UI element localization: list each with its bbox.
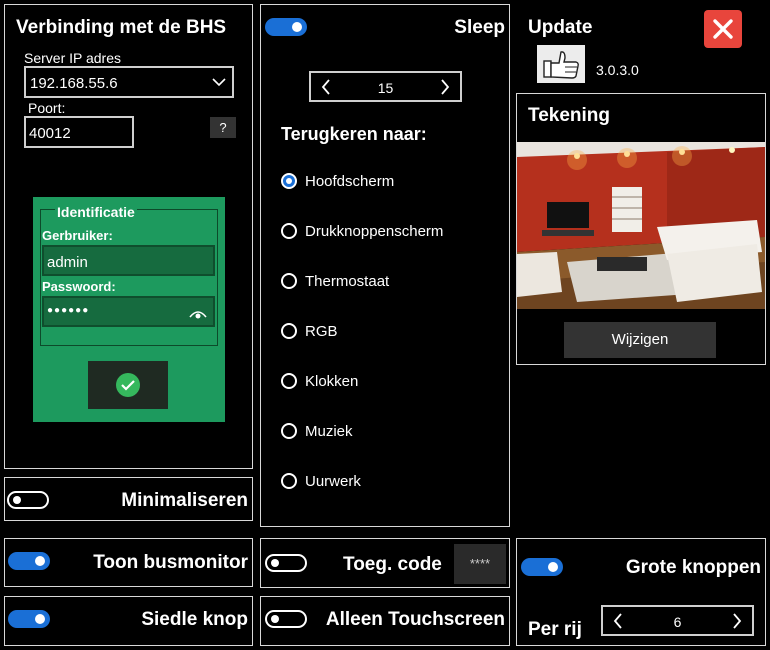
busmonitor-row: Toon busmonitor (4, 538, 253, 587)
per-row-label: Per rij (528, 619, 582, 640)
siedle-label: Siedle knop (141, 609, 248, 630)
radio-drukknoppenscherm[interactable]: Drukknoppenscherm (281, 219, 443, 243)
access-code-row: Toeg. code **** (260, 538, 510, 588)
password-label: Passwoord: (42, 279, 116, 294)
sleep-stepper[interactable]: 15 (309, 71, 462, 102)
change-drawing-label: Wijzigen (611, 331, 669, 348)
update-button[interactable] (537, 45, 585, 83)
close-button[interactable] (704, 10, 742, 48)
radio-muziek[interactable]: Muziek (281, 419, 353, 443)
radio-button (281, 373, 297, 389)
radio-button (281, 223, 297, 239)
port-input[interactable]: 40012 (24, 116, 134, 148)
big-buttons-toggle[interactable] (521, 558, 563, 576)
port-label: Poort: (28, 100, 66, 116)
drawing-panel: Tekening Wijzigen (516, 93, 766, 365)
user-label: Gerbruiker: (42, 228, 113, 243)
identification-panel: Identificatie Gerbruiker: admin Passwoor… (33, 197, 225, 422)
server-ip-value: 192.168.55.6 (30, 75, 118, 92)
radio-thermostaat[interactable]: Thermostaat (281, 269, 389, 293)
port-value: 40012 (29, 125, 71, 142)
radio-button (281, 173, 297, 189)
touchscreen-label: Alleen Touchscreen (325, 609, 505, 630)
minimize-label: Minimaliseren (121, 490, 248, 511)
big-buttons-label: Grote knoppen (625, 557, 761, 578)
sleep-toggle[interactable] (265, 18, 307, 36)
server-ip-label: Server IP adres (24, 50, 122, 66)
password-value: ●●●●●● (47, 305, 90, 316)
radio-klokken[interactable]: Klokken (281, 369, 358, 393)
connection-panel: Verbinding met de BHS Server IP adres 19… (4, 4, 253, 469)
radio-button (281, 423, 297, 439)
identification-title: Identificatie (55, 204, 137, 220)
confirm-button[interactable] (88, 361, 168, 409)
touchscreen-row: Alleen Touchscreen (260, 596, 510, 646)
busmonitor-label: Toon busmonitor (93, 552, 248, 573)
minimize-toggle[interactable] (7, 491, 49, 509)
user-input[interactable]: admin (42, 245, 215, 276)
radio-label: Uurwerk (305, 472, 361, 490)
chevron-right-icon[interactable] (440, 79, 450, 95)
change-drawing-button[interactable]: Wijzigen (564, 322, 716, 358)
chevron-down-icon (212, 78, 226, 87)
access-code-input[interactable]: **** (454, 544, 506, 584)
big-buttons-panel: Grote knoppen Per rij 6 (516, 538, 766, 646)
close-icon (713, 19, 733, 39)
sleep-panel: Sleep 15 Terugkeren naar: Hoofdscherm Dr… (260, 4, 510, 527)
checkmark-icon (116, 373, 140, 397)
radio-button (281, 473, 297, 489)
radio-rgb[interactable]: RGB (281, 319, 338, 343)
help-button[interactable]: ? (210, 117, 236, 138)
touchscreen-toggle[interactable] (265, 610, 307, 628)
access-code-value: **** (469, 556, 491, 571)
radio-label: Hoofdscherm (305, 172, 395, 190)
server-ip-select[interactable]: 192.168.55.6 (24, 66, 234, 98)
per-row-value: 6 (673, 614, 682, 630)
radio-label: Klokken (305, 372, 359, 390)
radio-button (281, 323, 297, 339)
help-label: ? (219, 120, 227, 135)
radio-uurwerk[interactable]: Uurwerk (281, 469, 361, 493)
connection-title: Verbinding met de BHS (16, 17, 227, 38)
siedle-toggle[interactable] (8, 610, 50, 628)
per-row-stepper[interactable]: 6 (601, 605, 754, 636)
thumbs-up-icon (543, 51, 579, 79)
password-input[interactable]: ●●●●●● (42, 296, 215, 327)
radio-label: RGB (305, 322, 338, 340)
access-code-toggle[interactable] (265, 554, 307, 572)
siedle-row: Siedle knop (4, 596, 253, 646)
return-title: Terugkeren naar: (281, 124, 427, 144)
eye-icon[interactable] (188, 306, 208, 320)
minimize-row: Minimaliseren (4, 477, 253, 521)
busmonitor-toggle[interactable] (8, 552, 50, 570)
update-title: Update (528, 17, 593, 38)
radio-label: Muziek (305, 422, 353, 440)
sleep-stepper-value: 15 (377, 80, 394, 96)
radio-button (281, 273, 297, 289)
drawing-title: Tekening (528, 105, 610, 126)
radio-hoofdscherm[interactable]: Hoofdscherm (281, 169, 394, 193)
access-code-label: Toeg. code (343, 554, 442, 575)
radio-label: Thermostaat (305, 272, 390, 290)
user-value: admin (47, 254, 88, 271)
update-version: 3.0.3.0 (596, 62, 639, 78)
room-image (517, 142, 765, 309)
chevron-right-icon[interactable] (732, 613, 742, 629)
sleep-label: Sleep (454, 17, 505, 38)
radio-label: Drukknoppenscherm (305, 222, 444, 240)
